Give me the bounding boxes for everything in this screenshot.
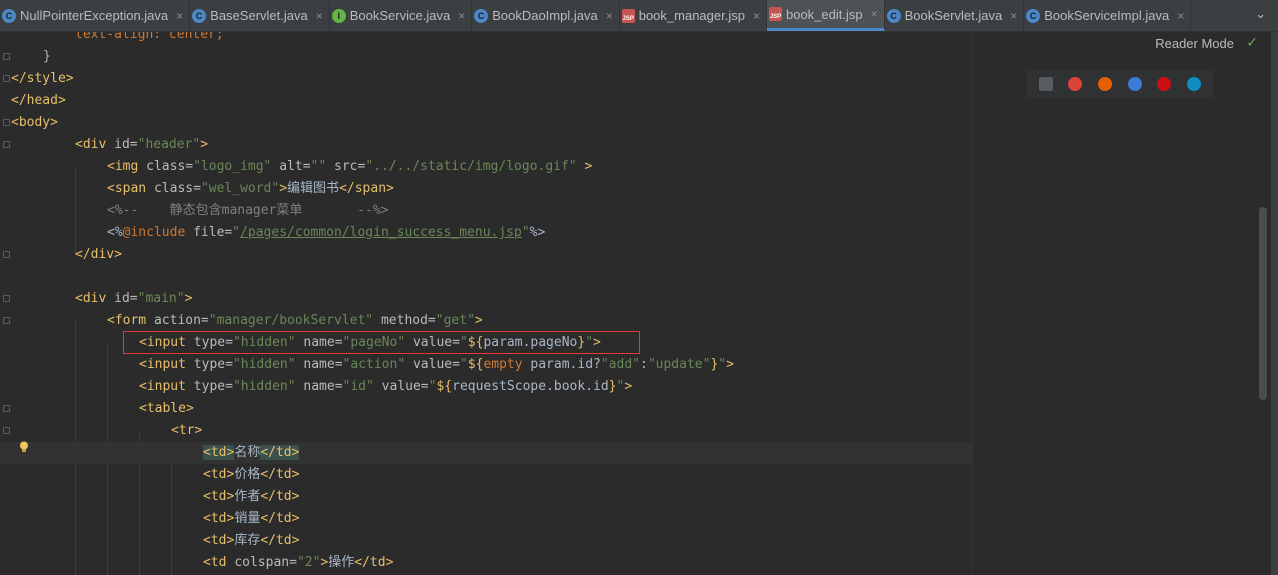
code-line-8: <span class="wel_word">编辑图书</span> xyxy=(107,181,394,196)
firefox-icon[interactable] xyxy=(1098,77,1113,91)
code-line-4: </head> xyxy=(11,93,66,108)
code-line-17: <input type="hidden" name="id" value="${… xyxy=(139,379,633,394)
code-line-20-current: <td>名称</td> xyxy=(0,442,972,464)
close-icon[interactable]: × xyxy=(316,9,323,23)
tab-label: book_edit.jsp xyxy=(785,6,863,22)
browser-preview-bar xyxy=(1027,70,1213,98)
code-line-24: <td>库存</td> xyxy=(203,533,300,548)
jsp-icon: JSP xyxy=(621,8,635,23)
code-line-6: <div id="header"> xyxy=(75,137,209,152)
code-line-2: } xyxy=(43,49,51,64)
code-line-19: <tr> xyxy=(171,423,203,438)
tab-label: NullPointerException.java xyxy=(20,8,169,23)
class-icon: C xyxy=(2,8,16,23)
edge-icon[interactable] xyxy=(1187,77,1202,91)
lightbulb-icon[interactable] xyxy=(19,441,29,453)
tab-label: BookService.java xyxy=(349,8,451,23)
fold-icon[interactable] xyxy=(3,141,10,148)
interface-icon: I xyxy=(331,8,346,23)
code-line-11: </div> xyxy=(75,247,122,262)
fold-icon[interactable] xyxy=(3,295,10,302)
close-icon[interactable]: × xyxy=(606,9,613,23)
right-tool-strip xyxy=(1271,32,1278,575)
code-line-21: <td>价格</td> xyxy=(203,467,300,482)
code-line-10: <%@include file="/pages/common/login_suc… xyxy=(107,225,546,240)
code-line-14: <form action="manager/bookServlet" metho… xyxy=(107,313,483,328)
indent-guide xyxy=(75,166,76,256)
code-line-22: <td>作者</td> xyxy=(203,489,300,504)
fold-icon[interactable] xyxy=(3,405,10,412)
close-icon[interactable]: × xyxy=(1010,9,1017,23)
reader-mode-button[interactable]: Reader Mode xyxy=(1155,36,1234,51)
right-panel: Reader Mode ✓ xyxy=(972,32,1278,575)
chevron-down-icon[interactable]: ⌄ xyxy=(1255,6,1266,22)
close-icon[interactable]: × xyxy=(753,9,760,23)
code-line-25: <td colspan="2">操作</td> xyxy=(203,555,394,570)
code-line-16: <input type="hidden" name="action" value… xyxy=(139,357,734,372)
tab-label: BaseServlet.java xyxy=(210,8,308,23)
tab-label: book_manager.jsp xyxy=(638,8,745,23)
code-line-18: <table> xyxy=(139,401,194,416)
close-icon[interactable]: × xyxy=(458,9,465,23)
intellij-browser-icon[interactable] xyxy=(1038,77,1053,91)
code-line-13: <div id="main"> xyxy=(75,291,193,306)
class-icon: C xyxy=(474,8,489,23)
safari-icon[interactable] xyxy=(1127,77,1142,91)
tab-baseservlet[interactable]: C BaseServlet.java × xyxy=(190,0,330,31)
tab-book-edit-jsp[interactable]: JSP book_edit.jsp × xyxy=(766,0,885,31)
tab-label: BookServiceImpl.java xyxy=(1044,8,1170,23)
code-line-15: <input type="hidden" name="pageNo" value… xyxy=(139,335,601,350)
fold-icon[interactable] xyxy=(3,53,10,60)
code-line-5: <body> xyxy=(11,115,58,130)
vertical-scrollbar[interactable] xyxy=(1259,207,1267,400)
fold-icon[interactable] xyxy=(3,119,10,126)
tab-book-manager-jsp[interactable]: JSP book_manager.jsp × xyxy=(620,0,767,31)
close-icon[interactable]: × xyxy=(1177,9,1184,23)
code-line-23: <td>销量</td> xyxy=(203,511,300,526)
editor-tab-bar: C NullPointerException.java × C BaseServ… xyxy=(0,0,1278,32)
class-icon: C xyxy=(192,8,207,23)
tab-label: BookServlet.java xyxy=(904,8,1003,23)
opera-icon[interactable] xyxy=(1157,77,1172,91)
tab-bookdaoimpl[interactable]: C BookDaoImpl.java × xyxy=(472,0,620,31)
tab-bookserviceimpl[interactable]: C BookServiceImpl.java × xyxy=(1024,0,1192,31)
class-icon: C xyxy=(886,8,901,23)
class-icon: C xyxy=(1026,8,1041,23)
fold-icon[interactable] xyxy=(3,251,10,258)
close-icon[interactable]: × xyxy=(871,7,878,21)
check-icon: ✓ xyxy=(1246,34,1258,50)
code-line-1: text-align: center; xyxy=(75,32,224,42)
fold-icon[interactable] xyxy=(3,427,10,434)
fold-icon[interactable] xyxy=(3,75,10,82)
fold-icon[interactable] xyxy=(3,317,10,324)
chrome-icon[interactable] xyxy=(1068,77,1083,91)
tab-label: BookDaoImpl.java xyxy=(492,8,598,23)
jsp-icon: JSP xyxy=(768,7,782,21)
tab-bookservice[interactable]: I BookService.java × xyxy=(330,0,473,31)
code-line-3: </style> xyxy=(11,71,74,86)
tab-nullpointerexception[interactable]: C NullPointerException.java × xyxy=(0,0,191,31)
close-icon[interactable]: × xyxy=(176,9,183,23)
indent-guide xyxy=(171,452,172,575)
tab-bookservlet[interactable]: C BookServlet.java × xyxy=(885,0,1025,31)
code-editor[interactable]: text-align: center; } </style> </head> <… xyxy=(0,32,972,575)
code-line-9: <%-- 静态包含manager菜单 --%> xyxy=(107,203,389,218)
code-line-7: <img class="logo_img" alt="" src="../../… xyxy=(107,159,593,174)
